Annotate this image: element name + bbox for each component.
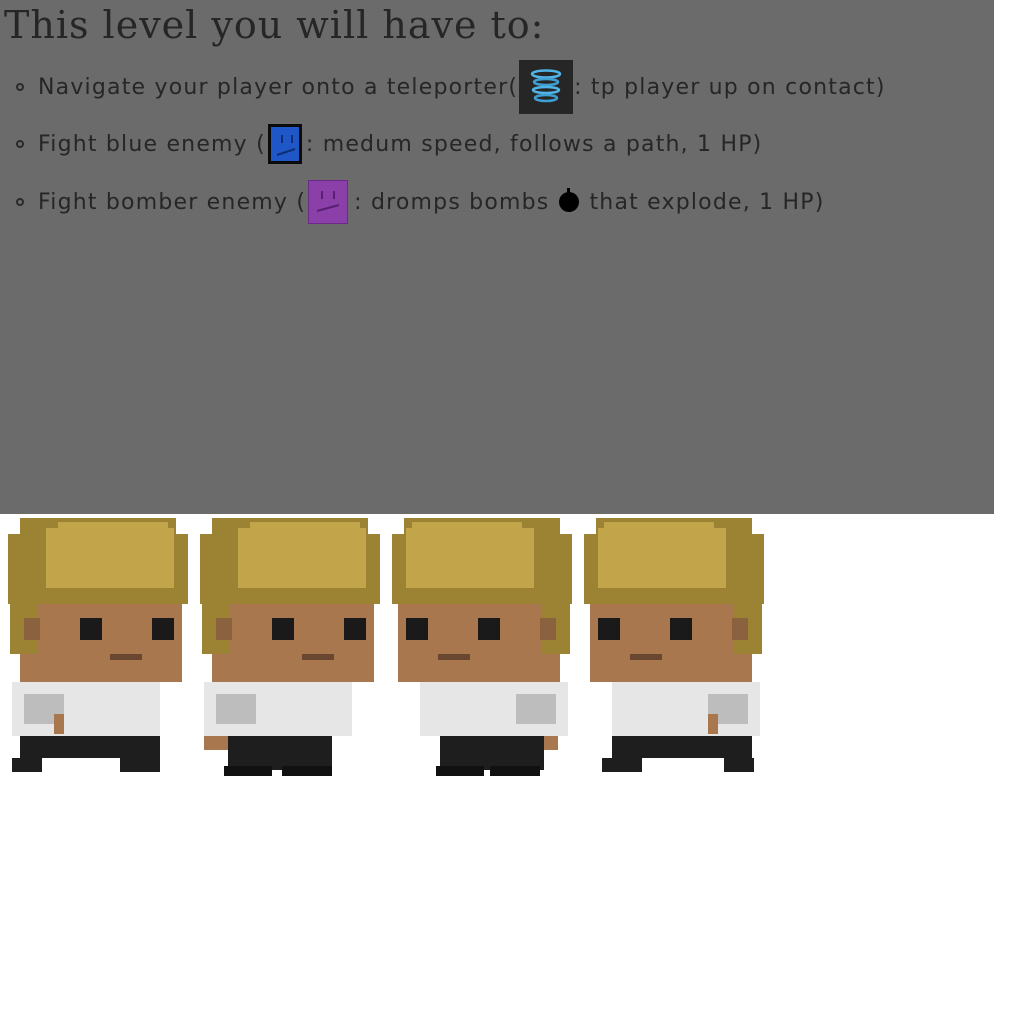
instructions-panel: This level you will have to: Navigate yo… [0,0,994,514]
bullet-icon [16,83,24,91]
task-blue-enemy-text: Fight blue enemy ( [38,131,266,157]
player-sprite-frame-1 [8,518,188,772]
level-title: This level you will have to: [4,3,545,47]
task-teleporter-text: Navigate your player onto a teleporter( [38,74,519,100]
bullet-icon [16,140,24,148]
task-blue-enemy-desc: : medum speed, follows a path, 1 HP) [305,131,763,157]
player-sprite-frame-3 [392,518,572,776]
task-teleporter: Navigate your player onto a teleporter( … [16,60,886,114]
task-teleporter-desc: : tp player up on contact) [574,74,886,100]
task-bomber-enemy-text: Fight bomber enemy ( [38,189,307,215]
bullet-icon [16,198,24,206]
player-sprite-sheet [0,514,768,780]
teleporter-icon [519,60,574,114]
blue-enemy-icon [267,124,302,164]
task-blue-enemy: Fight blue enemy ( : medum speed, follow… [16,119,762,169]
bomb-icon [559,188,580,212]
bomber-enemy-icon [308,180,349,224]
task-bomber-enemy-desc-2: that explode, 1 HP) [589,189,825,215]
player-sprite-frame-2 [200,518,380,776]
player-sprite-frame-4 [584,518,764,772]
task-bomber-enemy: Fight bomber enemy ( : dromps bombs that… [16,177,825,227]
task-bomber-enemy-desc: : dromps bombs [354,189,550,215]
